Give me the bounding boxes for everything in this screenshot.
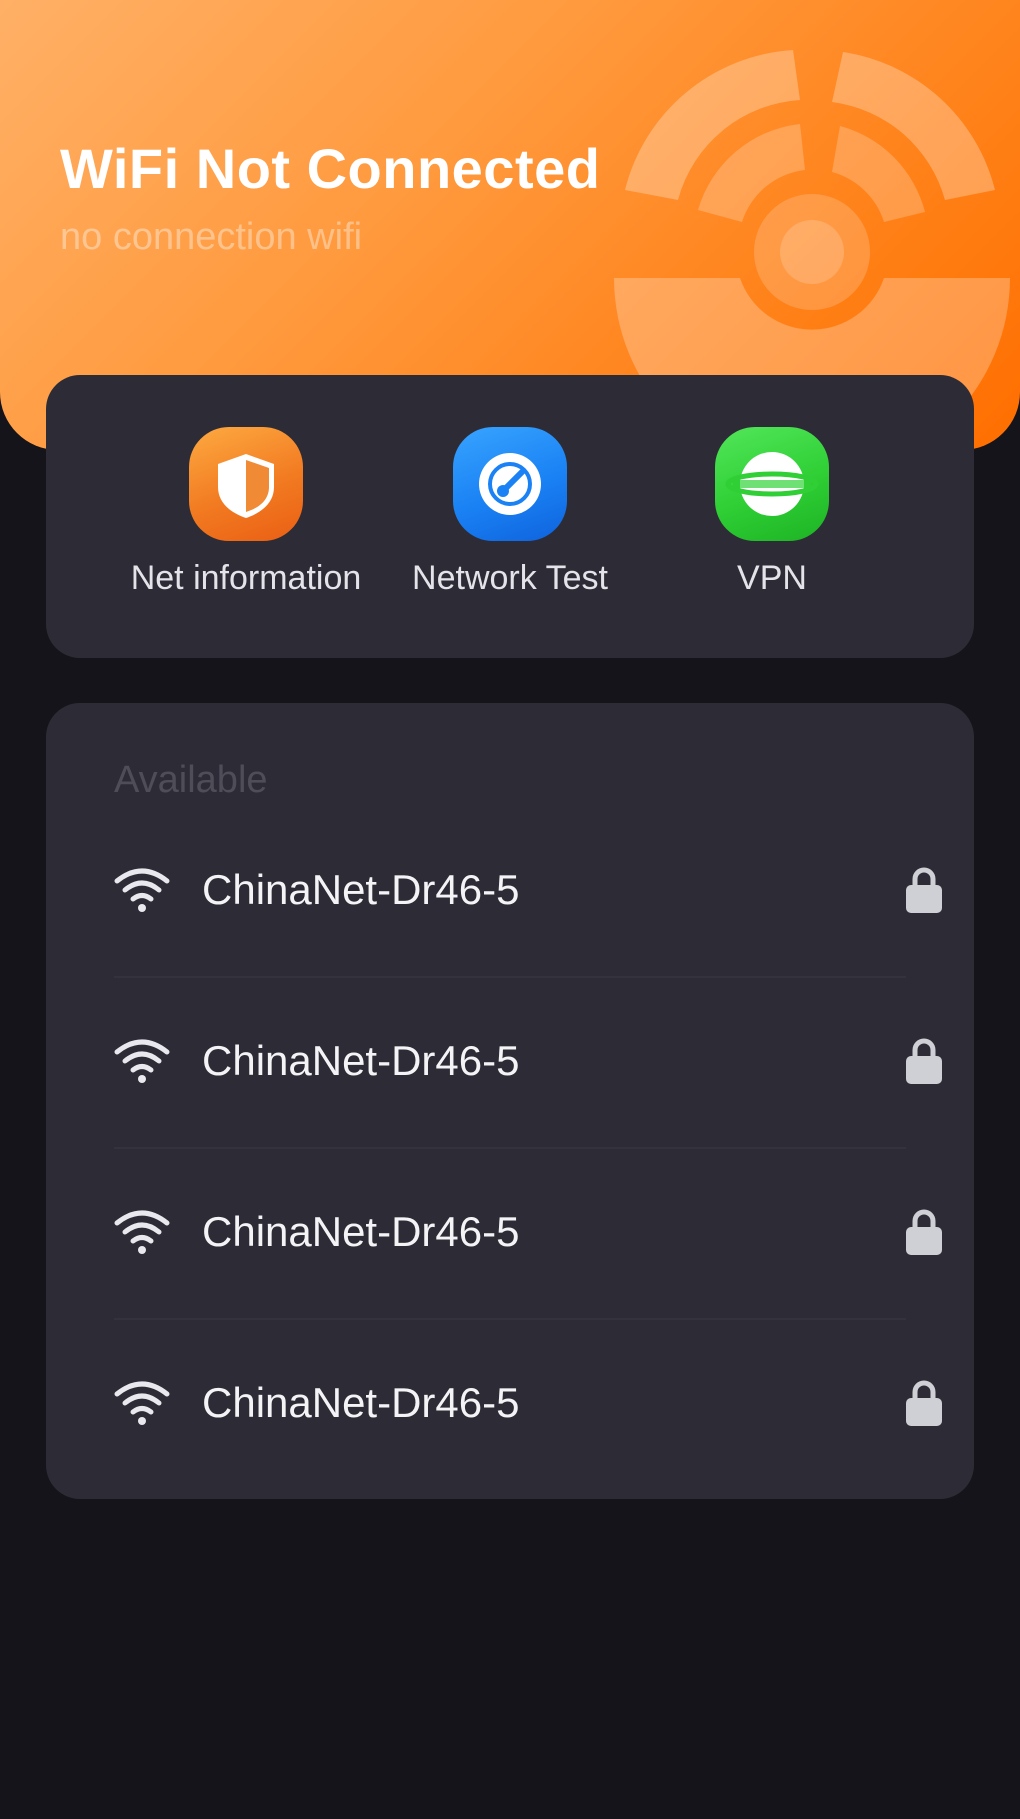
tool-label: Network Test xyxy=(412,559,608,597)
page-subtitle: no connection wifi xyxy=(60,216,363,258)
network-row[interactable]: ChinaNet-Dr46-5 xyxy=(114,805,950,975)
network-list-card: Available ChinaNet-Dr46-5 ChinaNet-Dr46-… xyxy=(46,703,974,1499)
lock-icon xyxy=(906,1209,942,1255)
page-title: WiFi Not Connected xyxy=(60,137,601,200)
network-row[interactable]: ChinaNet-Dr46-5 xyxy=(114,976,950,1146)
radar-signal-icon xyxy=(614,50,1010,420)
tool-label: VPN xyxy=(737,559,807,597)
tools-card: Net information Network Test VPN xyxy=(46,375,974,658)
globe-icon xyxy=(715,427,829,541)
wifi-icon xyxy=(114,868,170,912)
wifi-icon xyxy=(114,1210,170,1254)
lock-icon xyxy=(906,867,942,913)
network-ssid: ChinaNet-Dr46-5 xyxy=(202,1037,520,1084)
net-information-button[interactable]: Net information xyxy=(96,427,396,598)
network-ssid: ChinaNet-Dr46-5 xyxy=(202,1379,520,1426)
app-screen: WiFi Not Connected no connection wifi Ne… xyxy=(0,0,1020,1819)
lock-icon xyxy=(906,1380,942,1426)
speed-test-icon xyxy=(453,427,567,541)
tool-label: Net information xyxy=(130,559,362,597)
network-row[interactable]: ChinaNet-Dr46-5 xyxy=(114,1318,950,1488)
shield-icon xyxy=(189,427,303,541)
network-ssid: ChinaNet-Dr46-5 xyxy=(202,866,520,913)
wifi-icon xyxy=(114,1039,170,1083)
wifi-icon xyxy=(114,1381,170,1425)
network-ssid: ChinaNet-Dr46-5 xyxy=(202,1208,520,1255)
network-test-button[interactable]: Network Test xyxy=(360,427,660,598)
section-label: Available xyxy=(114,759,268,801)
lock-icon xyxy=(906,1038,942,1084)
network-row[interactable]: ChinaNet-Dr46-5 xyxy=(114,1147,950,1317)
vpn-button[interactable]: VPN xyxy=(622,427,922,598)
